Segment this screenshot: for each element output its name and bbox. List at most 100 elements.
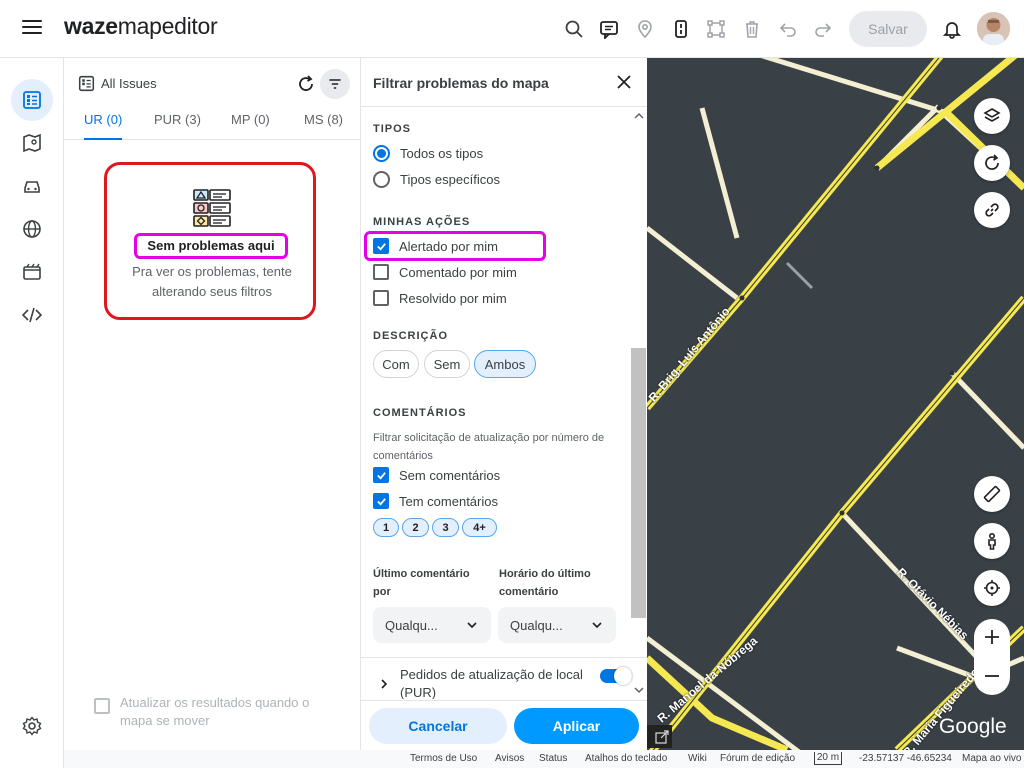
refresh-icon[interactable] [296,74,316,94]
issue-tabs: UR (0) PUR (3) MP (0) MS (8) [64,106,360,140]
segment-icon[interactable] [669,17,693,41]
description-heading: DESCRIÇÃO [373,330,449,342]
filter-title: Filtrar problemas do mapa [373,75,549,91]
delete-icon[interactable] [740,17,764,41]
checkbox-unchecked[interactable] [373,264,389,280]
chip-without-description[interactable]: Sem [424,350,470,378]
issues-panel: All Issues UR (0) PUR (3) MP (0) MS (8) [64,58,361,750]
comments-has[interactable]: Tem comentários [373,493,498,509]
globe-icon[interactable] [11,208,53,250]
filter-panel: Filtrar problemas do mapa TIPOS Todos os… [361,58,647,750]
checkbox-unchecked[interactable] [373,290,389,306]
menu-icon[interactable] [22,20,42,38]
close-icon[interactable] [615,73,633,91]
settings-icon[interactable] [11,705,53,747]
radio-selected[interactable] [373,145,390,162]
save-button[interactable]: Salvar [849,11,927,47]
chevron-right-icon [381,679,388,689]
footer-link-shortcuts[interactable]: Atalhos do teclado [585,753,667,764]
tab-mp[interactable]: MP (0) [231,112,270,140]
comment-count-4plus[interactable]: 4+ [462,518,497,537]
tab-pur[interactable]: PUR (3) [154,112,201,140]
status-footer: Termos de Uso Avisos Status Atalhos do t… [64,750,1024,768]
map-scale: 20 m [814,752,842,765]
events-icon[interactable] [11,251,53,293]
code-icon[interactable] [11,294,53,336]
footer-link-terms[interactable]: Termos de Uso [410,753,477,764]
link-icon[interactable] [974,192,1010,228]
empty-list-icon [192,188,232,228]
footer-link-forum[interactable]: Fórum de edição [720,753,795,764]
empty-state-description: Pra ver os problemas, tente alterando se… [132,264,292,299]
last-comment-time-select[interactable]: Qualqu... [498,607,616,643]
comments-none[interactable]: Sem comentários [373,467,500,483]
map-canvas[interactable]: R. Brig. Luís Antônio R. Otávio Nébias R… [647,58,1024,750]
issues-header: All Issues [78,75,157,92]
issues-list-icon [78,75,95,92]
tab-ur[interactable]: UR (0) [84,112,123,140]
car-icon[interactable] [11,165,53,207]
type-option-all[interactable]: Todos os tipos [373,145,483,162]
type-option-specific-label: Tipos específicos [400,172,500,187]
footer-link-live-map[interactable]: Mapa ao vivo [962,753,1021,764]
chip-both-description[interactable]: Ambos [474,350,536,378]
filter-header: Filtrar problemas do mapa [361,58,647,107]
tab-ms[interactable]: MS (8) [304,112,343,140]
auto-update-checkbox[interactable] [94,698,110,714]
type-option-all-label: Todos os tipos [400,146,484,161]
footer-link-wiki[interactable]: Wiki [688,753,707,764]
auto-update-option[interactable]: Atualizar os resultados quando o mapa se… [94,694,334,730]
my-actions-heading: MINHAS AÇÕES [373,216,471,228]
search-icon[interactable] [562,17,586,41]
expand-icon[interactable] [647,725,672,748]
last-comment-by-label: Último comentário por [373,568,470,598]
scroll-up-icon[interactable] [634,112,644,120]
last-comment-by-select[interactable]: Qualqu... [373,607,491,643]
zoom-out-icon[interactable] [983,667,1001,685]
map-coordinates: -23.57137 -46.65234 [859,753,952,764]
app-logo: wazemapeditor [64,13,218,39]
street-view-icon[interactable] [974,523,1010,559]
undo-icon[interactable] [776,17,800,41]
locate-icon[interactable] [974,570,1010,606]
checkbox-checked[interactable] [373,467,389,483]
issues-icon[interactable] [11,79,53,121]
apply-button[interactable]: Aplicar [514,708,639,744]
bell-icon[interactable] [940,17,964,41]
user-avatar[interactable] [977,12,1010,45]
filter-footer: Cancelar Aplicar [361,700,647,750]
comment-count-2[interactable]: 2 [402,518,429,537]
redo-icon[interactable] [811,17,835,41]
comment-icon[interactable] [597,17,621,41]
comment-count-1[interactable]: 1 [373,518,399,537]
zoom-in-icon[interactable] [983,628,1001,646]
scrollbar-thumb[interactable] [631,348,646,618]
scroll-down-icon[interactable] [634,686,644,694]
junction-icon[interactable] [704,17,728,41]
pur-section[interactable]: Pedidos de atualização de local (PUR) [361,657,647,699]
footer-link-notices[interactable]: Avisos [495,753,524,764]
layers-icon[interactable] [974,98,1010,134]
footer-link-status[interactable]: Status [539,753,567,764]
checkbox-checked[interactable] [373,493,389,509]
reload-icon[interactable] [974,145,1010,181]
chip-with-description[interactable]: Com [373,350,419,378]
issues-title: All Issues [101,76,157,91]
type-option-specific[interactable]: Tipos específicos [373,171,500,188]
google-attribution: Google [939,715,1007,738]
empty-state-title: Sem problemas aqui [134,233,288,259]
cancel-button[interactable]: Cancelar [369,708,507,744]
ruler-icon[interactable] [974,476,1010,512]
auto-update-label: Atualizar os resultados quando o mapa se… [120,695,310,728]
pur-toggle[interactable] [600,667,632,685]
comments-heading: COMENTÁRIOS [373,407,467,419]
last-comment-time-label: Horário do último comentário [499,568,591,598]
comment-count-3[interactable]: 3 [432,518,459,537]
filter-icon[interactable] [320,69,350,99]
action-resolved[interactable]: Resolvido por mim [373,290,507,306]
map-layers-icon[interactable] [11,122,53,164]
place-pin-icon[interactable] [633,17,657,41]
radio-unselected[interactable] [373,171,390,188]
action-alerted[interactable]: Alertado por mim [364,231,546,261]
action-commented[interactable]: Comentado por mim [373,264,517,280]
